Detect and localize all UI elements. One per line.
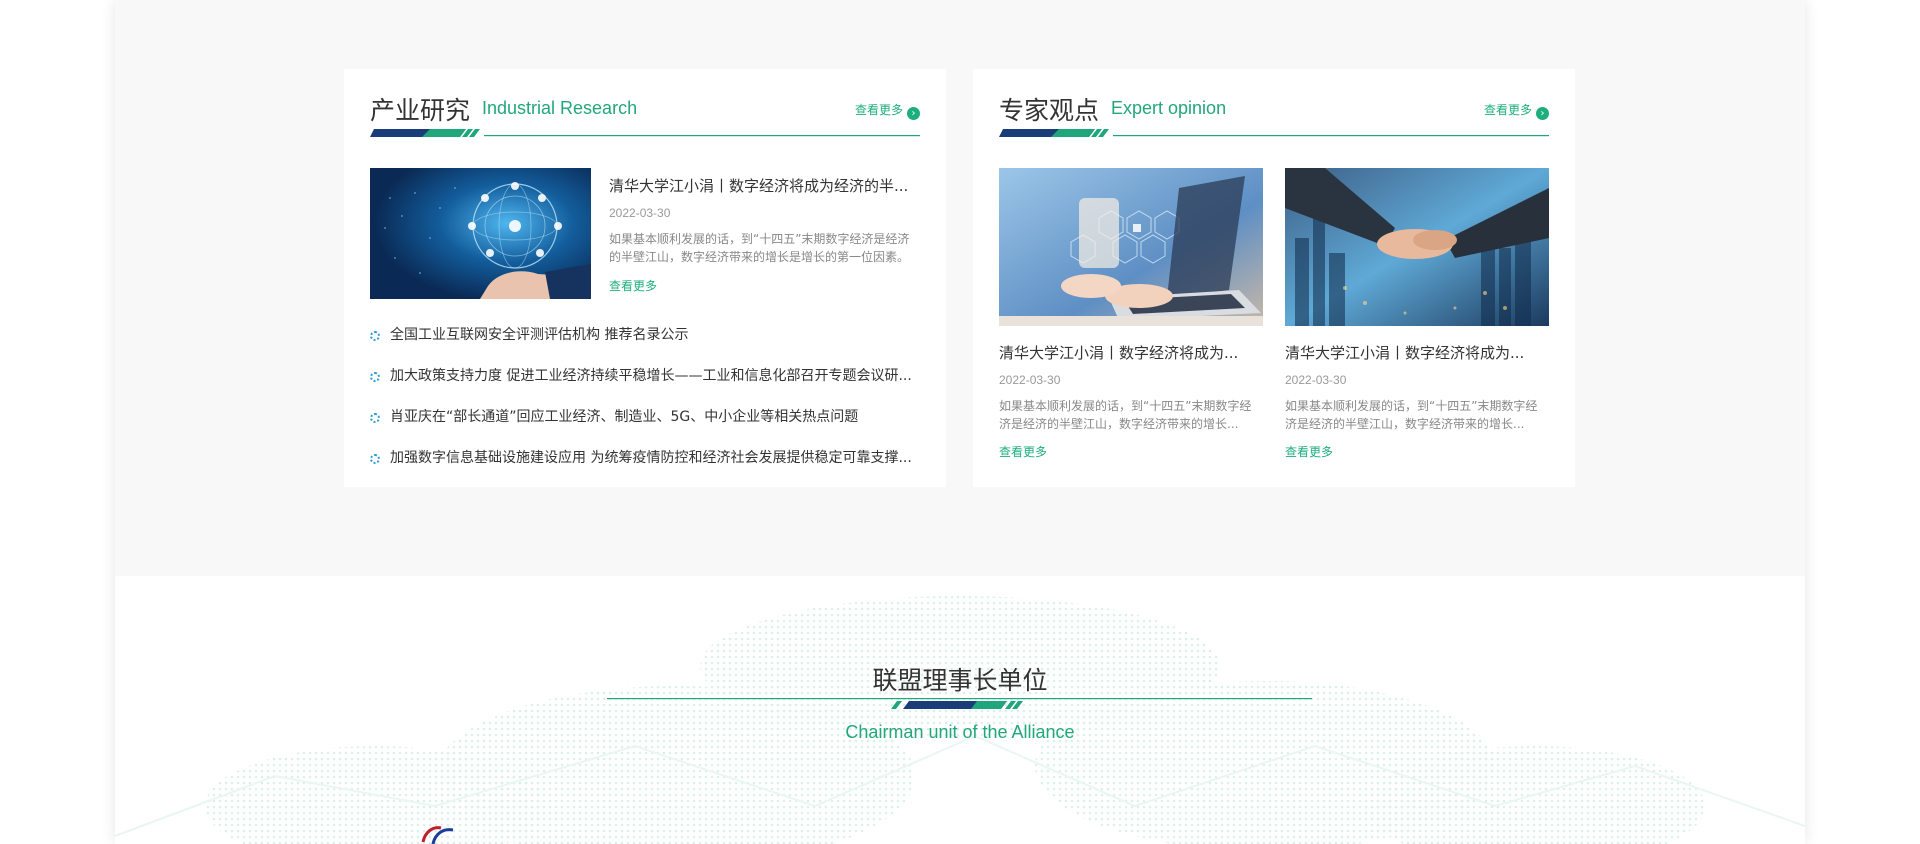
member-logo[interactable] xyxy=(415,820,465,844)
feature-image-globe-hand[interactable] xyxy=(370,168,591,299)
panel-header: 专家观点 Expert opinion 查看更多 › xyxy=(999,91,1549,137)
feature-title[interactable]: 清华大学江小涓丨数字经济将成为经济的半... xyxy=(609,175,921,196)
chevron-right-icon: › xyxy=(1536,107,1549,120)
news-item[interactable]: 加强数字信息基础设施建设应用 为统筹疫情防控和经济社会发展提供稳定可靠支撑... xyxy=(370,447,920,488)
section-title-cn: 专家观点 xyxy=(999,96,1100,125)
expert-card[interactable]: 清华大学江小涓丨数字经济将成为... 2022-03-30 如果基本顺利发展的话… xyxy=(999,168,1263,460)
expert-card[interactable]: 清华大学江小涓丨数字经济将成为... 2022-03-30 如果基本顺利发展的话… xyxy=(1285,168,1549,460)
alliance-title-underline xyxy=(607,698,1312,709)
panel-header: 产业研究 Industrial Research 查看更多 › xyxy=(370,91,920,137)
news-title: 加强数字信息基础设施建设应用 为统筹疫情防控和经济社会发展提供稳定可靠支撑... xyxy=(390,450,912,466)
chevron-right-icon: › xyxy=(907,107,920,120)
card-image-handshake[interactable] xyxy=(1285,168,1549,326)
card-description: 如果基本顺利发展的话，到“十四五”末期数字经济是经济的半壁江山，数字经济带来的增… xyxy=(999,399,1252,431)
news-title: 肖亚庆在“部长通道”回应工业经济、制造业、5G、中小企业等相关热点问题 xyxy=(390,409,859,425)
title-underline xyxy=(999,129,1549,137)
view-more-label: 查看更多 xyxy=(1483,103,1532,117)
section-title-cn: 产业研究 xyxy=(370,96,471,125)
card-title[interactable]: 清华大学江小涓丨数字经济将成为... xyxy=(999,342,1263,363)
view-more-link[interactable]: 查看更多 › xyxy=(1484,101,1549,120)
bullet-icon xyxy=(370,372,380,382)
card-view-more[interactable]: 查看更多 xyxy=(1285,443,1549,460)
card-date: 2022-03-30 xyxy=(999,373,1061,387)
page: 产业研究 Industrial Research 查看更多 › 清华大学江小涓丨… xyxy=(115,0,1805,844)
feature-article: 清华大学江小涓丨数字经济将成为经济的半... 2022-03-30 如果基本顺利… xyxy=(609,175,921,294)
content-section: 产业研究 Industrial Research 查看更多 › 清华大学江小涓丨… xyxy=(115,0,1805,576)
feature-view-more[interactable]: 查看更多 xyxy=(609,277,921,294)
card-description: 如果基本顺利发展的话，到“十四五”末期数字经济是经济的半壁江山，数字经济带来的增… xyxy=(1285,399,1538,431)
news-item[interactable]: 肖亚庆在“部长通道”回应工业经济、制造业、5G、中小企业等相关热点问题 xyxy=(370,406,920,447)
expert-opinion-panel: 专家观点 Expert opinion 查看更多 › 清华大学江小涓丨数字经济将… xyxy=(973,69,1575,487)
feature-description: 如果基本顺利发展的话，到“十四五”末期数字经济是经济的半壁江山，数字经济带来的增… xyxy=(609,232,910,264)
news-title: 加大政策支持力度 促进工业经济持续平稳增长——工业和信息化部召开专题会议研... xyxy=(390,368,912,384)
section-title-en: Industrial Research xyxy=(482,98,638,118)
feature-date: 2022-03-30 xyxy=(609,206,671,220)
view-more-label: 查看更多 xyxy=(854,103,903,117)
news-item[interactable]: 加大政策支持力度 促进工业经济持续平稳增长——工业和信息化部召开专题会议研... xyxy=(370,365,920,406)
news-item[interactable]: 全国工业互联网安全评测评估机构 推荐名录公示 xyxy=(370,324,920,365)
news-list: 全国工业互联网安全评测评估机构 推荐名录公示 加大政策支持力度 促进工业经济持续… xyxy=(370,324,920,488)
alliance-title: 联盟理事长单位 xyxy=(872,666,1048,695)
title-underline xyxy=(370,129,920,137)
card-title[interactable]: 清华大学江小涓丨数字经济将成为... xyxy=(1285,342,1549,363)
section-title-en: Expert opinion xyxy=(1111,98,1227,118)
industrial-research-panel: 产业研究 Industrial Research 查看更多 › 清华大学江小涓丨… xyxy=(344,69,946,487)
card-image-laptop[interactable] xyxy=(999,168,1263,326)
bullet-icon xyxy=(370,413,380,423)
card-view-more[interactable]: 查看更多 xyxy=(999,443,1263,460)
alliance-section: 联盟理事长单位 Chairman unit of the Alliance xyxy=(115,576,1805,844)
alliance-subtitle: Chairman unit of the Alliance xyxy=(845,722,1075,742)
bullet-icon xyxy=(370,331,380,341)
view-more-link[interactable]: 查看更多 › xyxy=(855,101,920,120)
bullet-icon xyxy=(370,454,380,464)
news-title: 全国工业互联网安全评测评估机构 推荐名录公示 xyxy=(390,327,689,343)
card-date: 2022-03-30 xyxy=(1285,373,1347,387)
